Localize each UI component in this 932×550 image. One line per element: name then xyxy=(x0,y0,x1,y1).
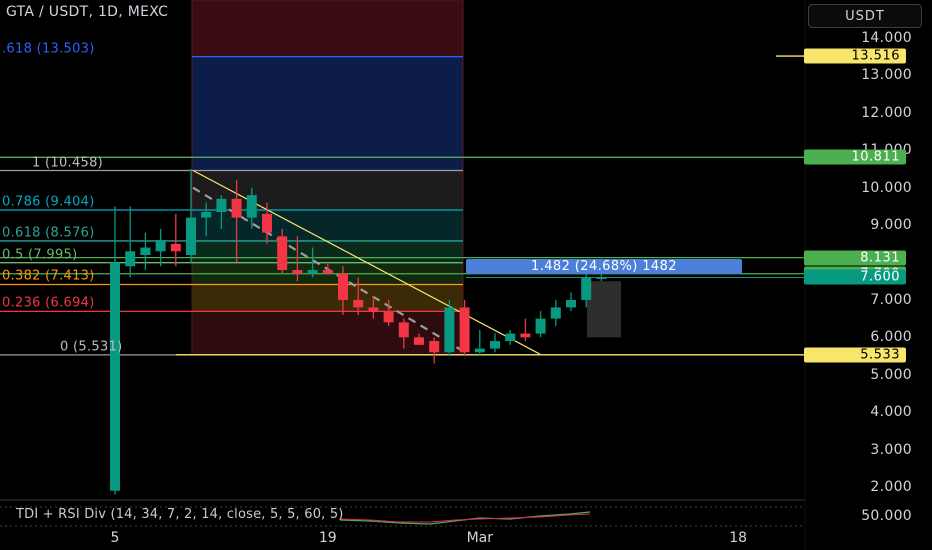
candle-body-6 xyxy=(201,211,212,218)
price-chart[interactable] xyxy=(0,0,932,550)
time-axis-tick: 19 xyxy=(318,530,337,546)
indicator-line-green xyxy=(339,511,591,525)
price-axis-tick: 5.000 xyxy=(870,366,912,383)
candle-body-4 xyxy=(170,243,181,252)
candle-body-11 xyxy=(277,236,288,270)
candle-body-13 xyxy=(307,269,318,274)
fib-level-label: .618 (13.503) xyxy=(2,41,95,57)
price-axis-tick: 3.000 xyxy=(870,441,912,458)
candle-body-24 xyxy=(474,348,485,353)
price-axis-tick: 9.000 xyxy=(870,217,912,234)
candle-body-18 xyxy=(383,311,394,323)
symbol-title: GTA / USDT, 1D, MEXC xyxy=(6,4,169,20)
fib-zone-7 xyxy=(192,311,463,355)
price-label: 7.600 xyxy=(804,269,906,285)
price-axis-tick: 10.000 xyxy=(861,179,912,196)
candle-body-15 xyxy=(338,273,348,300)
price-axis-tick: 14.000 xyxy=(861,30,912,46)
indicator-label[interactable]: TDI + RSI Div (14, 34, 7, 2, 14, close, … xyxy=(16,507,344,522)
fib-level-label: 0.618 (8.576) xyxy=(2,225,95,241)
fib-level-label: 0 (5.531) xyxy=(60,339,123,355)
price-axis-tick: 12.000 xyxy=(861,104,912,121)
candle-body-32 xyxy=(596,277,607,279)
candle-body-8 xyxy=(231,198,242,218)
price-label: 5.533 xyxy=(804,347,906,363)
time-axis-tick: 18 xyxy=(729,530,748,546)
candle-body-19 xyxy=(398,322,409,338)
indicator-axis-tick: 50.000 xyxy=(861,508,912,524)
price-axis-tick: 6.000 xyxy=(870,329,912,346)
candle-body-7 xyxy=(216,198,227,212)
fib-zone-6 xyxy=(192,284,463,312)
projection-box xyxy=(587,281,621,338)
candle-body-16 xyxy=(353,299,364,308)
fib-level-label: 0.236 (6.694) xyxy=(2,295,95,311)
candle-body-30 xyxy=(566,299,576,308)
candle-body-31 xyxy=(581,277,592,300)
candle-body-0 xyxy=(110,262,120,491)
price-range-measure-label: 1.482 (24.68%) 1482 xyxy=(466,259,742,274)
price-label: 13.516 xyxy=(804,48,906,64)
candle-body-14 xyxy=(322,269,333,274)
candle-body-22 xyxy=(444,307,455,353)
candle-body-26 xyxy=(505,333,516,342)
candle-body-1 xyxy=(125,251,136,267)
currency-button[interactable]: USDT xyxy=(808,4,922,28)
candle-body-3 xyxy=(155,240,166,252)
time-axis-tick: 5 xyxy=(110,530,120,546)
price-axis-tick: 4.000 xyxy=(870,404,912,421)
price-label: 10.811 xyxy=(804,149,906,165)
candle-body-21 xyxy=(429,341,440,353)
time-axis-tick: Mar xyxy=(466,530,494,546)
candle-body-20 xyxy=(414,337,424,345)
candle-body-29 xyxy=(550,307,561,319)
candle-body-10 xyxy=(262,213,272,233)
candle-body-23 xyxy=(459,307,470,353)
fib-level-label: 1 (10.458) xyxy=(32,155,104,171)
candle-body-28 xyxy=(535,318,546,334)
price-axis-tick: 2.000 xyxy=(870,479,912,495)
price-axis-tick: 13.000 xyxy=(861,67,912,84)
fib-level-label: 0.786 (9.404) xyxy=(2,194,95,210)
fib-level-label: 0.382 (7.413) xyxy=(2,268,95,284)
candle-body-2 xyxy=(140,247,151,256)
fib-zone-0 xyxy=(192,0,463,57)
fib-zone-1 xyxy=(192,56,463,171)
price-axis-tick: 7.000 xyxy=(870,291,912,308)
candle-body-27 xyxy=(520,333,531,338)
fib-zone-4 xyxy=(192,240,463,263)
fib-level-label: 0.5 (7.995) xyxy=(2,247,78,263)
price-label: 8.131 xyxy=(804,250,906,266)
candle-body-17 xyxy=(368,307,379,312)
candle-body-5 xyxy=(186,217,196,256)
candle-body-9 xyxy=(246,195,257,218)
candle-body-12 xyxy=(292,269,303,274)
candle-body-25 xyxy=(490,341,500,349)
